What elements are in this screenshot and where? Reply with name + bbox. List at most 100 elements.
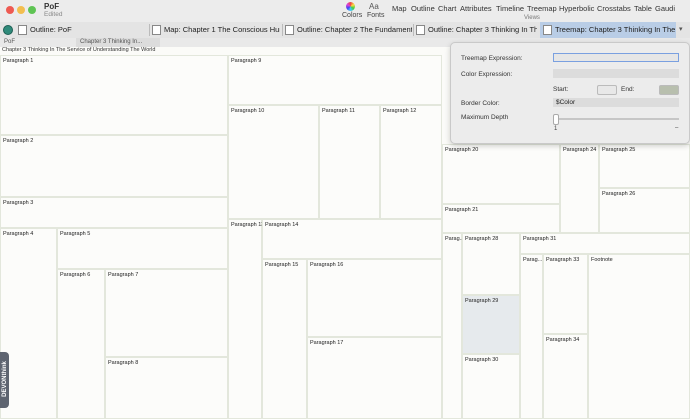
border-color-label: Border Color: (461, 100, 500, 107)
tab-outline-chapter-3[interactable]: Outline: Chapter 3 Thinking In The... (416, 22, 537, 38)
treemap-cell-paragraph-25[interactable]: Paragraph 25 (599, 144, 690, 188)
zoom-window-button[interactable] (28, 6, 36, 14)
tab-label: Outline: Chapter 2 The Fundament... (297, 25, 412, 34)
treemap-cell-paragraph-5[interactable]: Paragraph 5 (57, 228, 228, 269)
document-icon (18, 25, 27, 36)
depth-min-label: 1 (554, 126, 558, 132)
treemap-cell-paragraph-12[interactable]: Paragraph 12 (380, 105, 442, 219)
cell-label: Paragraph 33 (546, 257, 580, 263)
tab-divider (413, 24, 414, 36)
treemap-cell-paragraph-24[interactable]: Paragraph 24 (560, 144, 599, 233)
view-timeline[interactable]: Timeline (496, 4, 524, 13)
treemap-cell-paragraph-34[interactable]: Paragraph 34 (543, 334, 588, 419)
end-color-well[interactable] (659, 85, 679, 95)
breadcrumb-chapter-3[interactable]: Chapter 3 Thinking In... (76, 38, 160, 47)
treemap-cell-paragraph-1[interactable]: Paragraph 1 (0, 55, 228, 135)
document-title: PoF (44, 2, 60, 11)
tab-overflow-icon[interactable]: ▾ (679, 25, 683, 33)
treemap-settings-popover: Treemap Expression: Color Expression: St… (450, 42, 690, 144)
cell-label: Paragraph 16 (310, 262, 344, 268)
cell-label: Paragraph 15 (265, 262, 299, 268)
document-status: Edited (44, 11, 63, 18)
cell-label: Paragraph 29 (465, 298, 499, 304)
minimize-window-button[interactable] (17, 6, 25, 14)
treemap-cell-paragraph-30[interactable]: Paragraph 30 (462, 354, 520, 419)
tab-outline-pof[interactable]: Outline: PoF (18, 22, 146, 38)
view-attributes[interactable]: Attributes (460, 4, 492, 13)
fonts-icon: Aa (369, 2, 379, 11)
treemap-cell-paragraph-13[interactable]: Paragraph 13 (228, 219, 265, 419)
treemap-cell-paragraph-31[interactable]: Paragraph 31 (520, 233, 690, 254)
cell-label: Paragraph 28 (465, 236, 499, 242)
treemap-cell-paragraph-2[interactable]: Paragraph 2 (0, 135, 228, 197)
treemap-cell-paragraph-8[interactable]: Paragraph 8 (105, 357, 228, 419)
colors-label: Colors (342, 12, 363, 19)
cell-label: Paragraph 5 (60, 231, 91, 237)
tab-label: Treemap: Chapter 3 Thinking In The... (555, 25, 676, 34)
document-icon (152, 25, 161, 36)
view-chart[interactable]: Chart (438, 4, 456, 13)
view-map[interactable]: Map (392, 4, 407, 13)
treemap-cell-paragraph-32[interactable]: Parag... (520, 254, 543, 419)
view-outline[interactable]: Outline (411, 4, 435, 13)
treemap-cell-paragraph-29[interactable]: Paragraph 29 (462, 295, 520, 354)
app-icon[interactable] (3, 25, 13, 35)
cell-label: Paragraph 26 (602, 191, 636, 197)
treemap-cell-paragraph-15[interactable]: Paragraph 15 (262, 259, 307, 419)
border-color-field[interactable]: $Color (553, 98, 679, 107)
start-color-well[interactable] (597, 85, 617, 95)
cell-label: Paragraph 7 (108, 272, 139, 278)
view-crosstabs[interactable]: Crosstabs (597, 4, 631, 13)
start-color-label: Start: (553, 86, 569, 93)
cell-label: Paragraph 10 (231, 108, 265, 114)
depth-max-label: – (675, 125, 679, 131)
cell-label: Paragraph 6 (60, 272, 91, 278)
tab-label: Outline: Chapter 3 Thinking In The... (428, 25, 537, 34)
cell-label: Paragraph 25 (602, 147, 636, 153)
close-window-button[interactable] (6, 6, 14, 14)
treemap-cell-paragraph-6[interactable]: Paragraph 6 (57, 269, 105, 419)
treemap-cell-paragraph-21[interactable]: Paragraph 21 (442, 204, 560, 233)
treemap-cell-paragraph-17[interactable]: Paragraph 17 (307, 337, 442, 419)
treemap-cell-paragraph-27[interactable]: Parag... (442, 233, 464, 419)
title-bar: PoF Edited Colors Aa Fonts Map Outline C… (0, 0, 690, 22)
cell-label: Footnote (591, 257, 613, 263)
treemap-cell-paragraph-11[interactable]: Paragraph 11 (319, 105, 380, 219)
view-treemap[interactable]: Treemap (527, 4, 557, 13)
fonts-button[interactable]: Aa Fonts (366, 0, 385, 22)
tab-outline-chapter-2[interactable]: Outline: Chapter 2 The Fundament... (285, 22, 412, 38)
document-icon (285, 25, 294, 36)
treemap-expression-label: Treemap Expression: (461, 55, 523, 62)
tab-label: Outline: PoF (30, 25, 72, 34)
cell-label: Paragraph 13 (231, 222, 265, 228)
treemap-cell-footnote[interactable]: Footnote (588, 254, 690, 419)
tab-divider (149, 24, 150, 36)
colors-button[interactable]: Colors (342, 0, 363, 22)
color-wheel-icon (346, 2, 355, 11)
view-hyperbolic[interactable]: Hyperbolic (559, 4, 594, 13)
color-expression-field[interactable] (553, 69, 679, 78)
tab-treemap-chapter-3[interactable]: Treemap: Chapter 3 Thinking In The... (540, 22, 676, 38)
treemap-cell-paragraph-33[interactable]: Paragraph 33 (543, 254, 588, 334)
view-gaudi[interactable]: Gaudi (655, 4, 675, 13)
devonthink-side-tab[interactable]: DEVONthink (0, 352, 9, 408)
treemap-icon (543, 25, 552, 36)
maximum-depth-slider-knob[interactable] (553, 114, 559, 125)
treemap-cell-paragraph-20[interactable]: Paragraph 20 (442, 144, 560, 204)
maximum-depth-slider[interactable] (555, 118, 679, 120)
treemap-cell-paragraph-14[interactable]: Paragraph 14 (262, 219, 442, 259)
treemap-cell-paragraph-9[interactable]: Paragraph 9 (228, 55, 442, 105)
treemap-cell-paragraph-7[interactable]: Paragraph 7 (105, 269, 228, 357)
cell-label: Paragraph 12 (383, 108, 417, 114)
breadcrumb-pof[interactable]: PoF (0, 38, 74, 47)
fonts-label: Fonts (367, 12, 385, 19)
treemap-cell-paragraph-16[interactable]: Paragraph 16 (307, 259, 442, 337)
treemap-expression-field[interactable] (553, 53, 679, 62)
tab-map-chapter-1[interactable]: Map: Chapter 1 The Conscious Hum... (152, 22, 280, 38)
view-table[interactable]: Table (634, 4, 652, 13)
treemap-cell-paragraph-28[interactable]: Paragraph 28 (462, 233, 520, 295)
treemap-cell-paragraph-3[interactable]: Paragraph 3 (0, 197, 228, 228)
treemap-cell-paragraph-10[interactable]: Paragraph 10 (228, 105, 319, 219)
cell-label: Parag... (523, 257, 543, 263)
treemap-cell-paragraph-26[interactable]: Paragraph 26 (599, 188, 690, 233)
